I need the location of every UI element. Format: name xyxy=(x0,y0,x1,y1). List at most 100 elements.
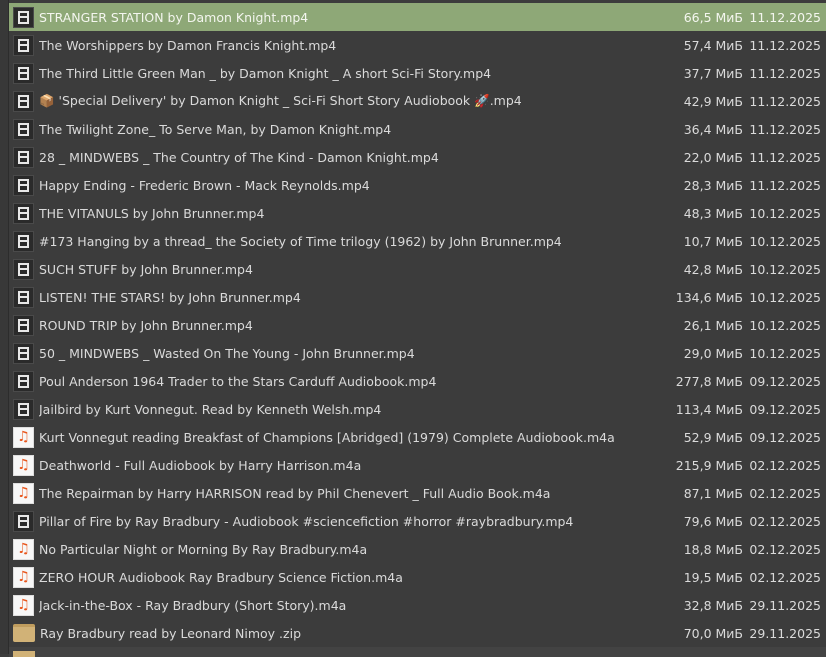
file-date: 11.12.2025 xyxy=(749,93,821,109)
file-size: 87,1 МиБ xyxy=(683,485,743,501)
file-name: SUCH STUFF by John Brunner.mp4 xyxy=(39,261,253,277)
file-size: 28,3 МиБ xyxy=(683,177,743,193)
file-row[interactable]: STRANGER STATION by Damon Knight.mp4 66,5… xyxy=(9,3,826,31)
file-row[interactable]: Poul Anderson 1964 Trader to the Stars C… xyxy=(9,367,826,395)
list-item-partial[interactable] xyxy=(9,647,826,657)
file-size: 37,7 МиБ xyxy=(683,65,743,81)
file-size: 42,8 МиБ xyxy=(683,261,743,277)
file-name: Kurt Vonnegut reading Breakfast of Champ… xyxy=(39,429,615,445)
file-row[interactable]: ♫ Deathworld - Full Audiobook by Harry Ha… xyxy=(9,451,826,479)
file-row[interactable]: SUCH STUFF by John Brunner.mp4 42,8 МиБ 10… xyxy=(9,255,826,283)
file-name: The Third Little Green Man _ by Damon Kn… xyxy=(39,65,492,81)
file-name: 📦 'Special Delivery' by Damon Knight _ S… xyxy=(39,93,522,108)
file-name: #173 Hanging by a thread_ the Society of… xyxy=(39,233,562,249)
file-size: 26,1 МиБ xyxy=(683,317,743,333)
file-size: 42,9 МиБ xyxy=(683,93,743,109)
file-name: The Worshippers by Damon Francis Knight.… xyxy=(39,37,337,53)
file-name: The Repairman by Harry HARRISON read by … xyxy=(39,485,551,501)
file-date: 11.12.2025 xyxy=(749,149,821,165)
file-date: 11.12.2025 xyxy=(749,9,821,25)
audio-file-icon: ♫ xyxy=(13,538,34,560)
file-row[interactable]: Pillar of Fire by Ray Bradbury - Audiobo… xyxy=(9,507,826,535)
file-size: 66,5 МиБ xyxy=(683,9,743,25)
file-size: 36,4 МиБ xyxy=(683,121,743,137)
file-row[interactable]: The Worshippers by Damon Francis Knight.… xyxy=(9,31,826,59)
file-date: 09.12.2025 xyxy=(749,429,821,445)
file-row[interactable]: Ray Bradbury read by Leonard Nimoy .zip 7… xyxy=(9,619,826,647)
file-size: 52,9 МиБ xyxy=(683,429,743,445)
video-file-icon xyxy=(13,398,34,420)
file-date: 29.11.2025 xyxy=(749,625,821,641)
file-date: 11.12.2025 xyxy=(749,121,821,137)
file-row[interactable]: LISTEN! THE STARS! by John Brunner.mp4 13… xyxy=(9,283,826,311)
file-row[interactable]: 50 _ MINDWEBS _ Wasted On The Young - Jo… xyxy=(9,339,826,367)
file-row[interactable]: ♫ No Particular Night or Morning By Ray B… xyxy=(9,535,826,563)
video-file-icon xyxy=(13,62,34,84)
video-file-icon xyxy=(13,286,34,308)
file-date: 09.12.2025 xyxy=(749,401,821,417)
file-date: 11.12.2025 xyxy=(749,37,821,53)
file-row[interactable]: ♫ Jack-in-the-Box - Ray Bradbury (Short S… xyxy=(9,591,826,619)
file-size: 277,8 МиБ xyxy=(675,373,743,389)
audio-file-icon: ♫ xyxy=(13,594,34,616)
file-name: Deathworld - Full Audiobook by Harry Har… xyxy=(39,457,362,473)
file-date: 02.12.2025 xyxy=(749,485,821,501)
file-date: 02.12.2025 xyxy=(749,569,821,585)
file-row[interactable]: 28 _ MINDWEBS _ The Country of The Kind … xyxy=(9,143,826,171)
audio-file-icon: ♫ xyxy=(13,454,34,476)
file-row[interactable]: 📦 'Special Delivery' by Damon Knight _ S… xyxy=(9,87,826,115)
file-name: Pillar of Fire by Ray Bradbury - Audiobo… xyxy=(39,513,574,529)
file-date: 02.12.2025 xyxy=(749,457,821,473)
file-name: Poul Anderson 1964 Trader to the Stars C… xyxy=(39,373,437,389)
file-date: 10.12.2025 xyxy=(749,261,821,277)
file-name: THE VITANULS by John Brunner.mp4 xyxy=(39,205,265,221)
file-date: 02.12.2025 xyxy=(749,541,821,557)
audio-file-icon: ♫ xyxy=(13,482,34,504)
file-size: 70,0 МиБ xyxy=(683,625,743,641)
file-row[interactable]: The Third Little Green Man _ by Damon Kn… xyxy=(9,59,826,87)
file-row[interactable]: ♫ The Repairman by Harry HARRISON read by… xyxy=(9,479,826,507)
file-date: 10.12.2025 xyxy=(749,345,821,361)
file-row[interactable]: #173 Hanging by a thread_ the Society of… xyxy=(9,227,826,255)
file-date: 10.12.2025 xyxy=(749,205,821,221)
file-date: 02.12.2025 xyxy=(749,513,821,529)
file-size: 57,4 МиБ xyxy=(683,37,743,53)
file-list[interactable]: STRANGER STATION by Damon Knight.mp4 66,5… xyxy=(9,3,826,647)
video-file-icon xyxy=(13,510,34,532)
video-file-icon xyxy=(13,314,34,336)
file-name: LISTEN! THE STARS! by John Brunner.mp4 xyxy=(39,289,301,305)
file-date: 11.12.2025 xyxy=(749,177,821,193)
file-row[interactable]: The Twilight Zone_ To Serve Man, by Damo… xyxy=(9,115,826,143)
file-date: 11.12.2025 xyxy=(749,65,821,81)
left-pane-border xyxy=(0,0,9,654)
file-size: 134,6 МиБ xyxy=(675,289,743,305)
file-size: 22,0 МиБ xyxy=(683,149,743,165)
video-file-icon xyxy=(13,342,34,364)
audio-file-icon: ♫ xyxy=(13,566,34,588)
file-date: 29.11.2025 xyxy=(749,597,821,613)
video-file-icon xyxy=(13,370,34,392)
file-name: No Particular Night or Morning By Ray Br… xyxy=(39,541,368,557)
archive-icon xyxy=(13,624,35,642)
file-name: STRANGER STATION by Damon Knight.mp4 xyxy=(39,9,309,25)
file-row[interactable]: ♫ ZERO HOUR Audiobook Ray Bradbury Scienc… xyxy=(9,563,826,591)
archive-icon xyxy=(13,651,35,657)
audio-file-icon: ♫ xyxy=(13,426,34,448)
file-date: 10.12.2025 xyxy=(749,233,821,249)
file-name: The Twilight Zone_ To Serve Man, by Damo… xyxy=(39,121,392,137)
file-row[interactable]: ♫ Kurt Vonnegut reading Breakfast of Cham… xyxy=(9,423,826,451)
file-size: 29,0 МиБ xyxy=(683,345,743,361)
video-file-icon xyxy=(13,202,34,224)
file-name: Happy Ending - Frederic Brown - Mack Rey… xyxy=(39,177,370,193)
file-name: 28 _ MINDWEBS _ The Country of The Kind … xyxy=(39,149,439,165)
file-size: 215,9 МиБ xyxy=(675,457,743,473)
file-name: Jack-in-the-Box - Ray Bradbury (Short St… xyxy=(39,597,347,613)
file-row[interactable]: Jailbird by Kurt Vonnegut. Read by Kenne… xyxy=(9,395,826,423)
file-row[interactable]: ROUND TRIP by John Brunner.mp4 26,1 МиБ 10… xyxy=(9,311,826,339)
file-size: 48,3 МиБ xyxy=(683,205,743,221)
file-row[interactable]: THE VITANULS by John Brunner.mp4 48,3 МиБ… xyxy=(9,199,826,227)
file-row[interactable]: Happy Ending - Frederic Brown - Mack Rey… xyxy=(9,171,826,199)
file-size: 113,4 МиБ xyxy=(675,401,743,417)
file-size: 79,6 МиБ xyxy=(683,513,743,529)
video-file-icon xyxy=(13,90,34,112)
